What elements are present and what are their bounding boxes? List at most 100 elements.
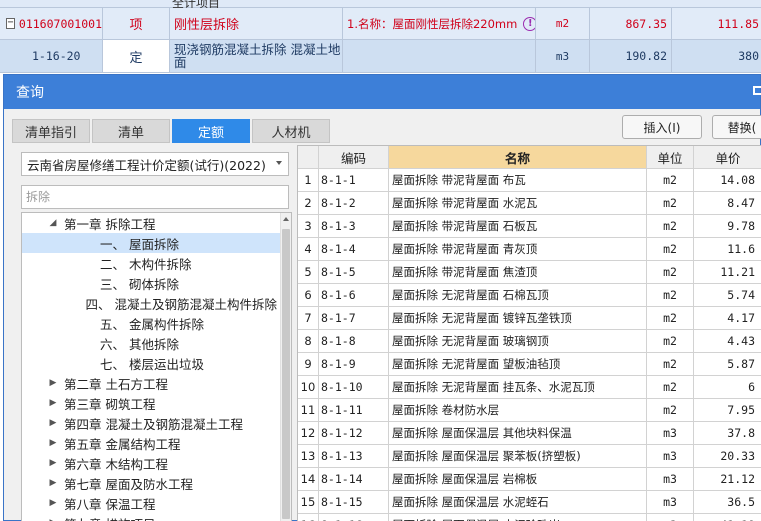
unit-cell[interactable]: m2: [647, 215, 694, 238]
name-cell[interactable]: 屋面拆除 无泥背屋面 望板油毡顶: [389, 353, 647, 376]
sheet-cell-feature[interactable]: 1.名称：屋面刚性层拆除220mm !: [343, 8, 536, 39]
collapsed-triangle-icon[interactable]: ▶: [48, 418, 58, 428]
row-index-cell[interactable]: 3: [298, 215, 319, 238]
sheet-row-list-item[interactable]: − 011607001001 项 刚性层拆除 1.名称：屋面刚性层拆除220mm…: [0, 8, 761, 40]
name-cell[interactable]: 屋面拆除 带泥背屋面 青灰顶: [389, 238, 647, 261]
sheet-cell-feature[interactable]: [343, 40, 536, 72]
code-cell[interactable]: 8-1-9: [319, 353, 389, 376]
price-cell[interactable]: 41.19: [694, 514, 761, 521]
scroll-up-icon[interactable]: [283, 217, 289, 221]
row-index-cell[interactable]: 15: [298, 491, 319, 514]
tree-section-node[interactable]: 一、 屋面拆除: [22, 233, 280, 253]
price-cell[interactable]: 14.08: [694, 169, 761, 192]
price-cell[interactable]: 20.33: [694, 445, 761, 468]
code-cell[interactable]: 8-1-16: [319, 514, 389, 521]
table-row[interactable]: 12 8-1-12 屋面拆除 屋面保温层 其他块料保温 m3 37.8: [298, 422, 761, 445]
dialog-titlebar[interactable]: 查询: [4, 75, 761, 109]
grid-header-code[interactable]: 编码: [319, 146, 389, 169]
unit-cell[interactable]: m2: [647, 169, 694, 192]
row-index-cell[interactable]: 11: [298, 399, 319, 422]
row-index-cell[interactable]: 16: [298, 514, 319, 521]
collapsed-triangle-icon[interactable]: ▶: [48, 438, 58, 448]
code-cell[interactable]: 8-1-10: [319, 376, 389, 399]
unit-cell[interactable]: m3: [647, 422, 694, 445]
table-row[interactable]: 11 8-1-11 屋面拆除 卷材防水层 m2 7.95: [298, 399, 761, 422]
row-index-cell[interactable]: 7: [298, 307, 319, 330]
code-cell[interactable]: 8-1-7: [319, 307, 389, 330]
insert-button[interactable]: 插入(I): [622, 115, 702, 139]
name-cell[interactable]: 屋面拆除 屋面保温层 岩棉板: [389, 468, 647, 491]
tree-chapter-node[interactable]: ▶第九章 措施项目: [22, 513, 277, 521]
code-cell[interactable]: 8-1-1: [319, 169, 389, 192]
tree-scrollbar[interactable]: [280, 213, 291, 521]
code-cell[interactable]: 8-1-6: [319, 284, 389, 307]
code-cell[interactable]: 8-1-15: [319, 491, 389, 514]
row-index-cell[interactable]: 10: [298, 376, 319, 399]
price-cell[interactable]: 37.8: [694, 422, 761, 445]
name-cell[interactable]: 屋面拆除 屋面保温层 聚苯板(挤塑板): [389, 445, 647, 468]
price-cell[interactable]: 9.78: [694, 215, 761, 238]
tree-section-node[interactable]: 四、 混凝土及钢筋混凝土构件拆除: [22, 293, 277, 313]
tree-section-node[interactable]: 二、 木构件拆除: [22, 253, 277, 273]
table-row[interactable]: 3 8-1-3 屋面拆除 带泥背屋面 石板瓦 m2 9.78: [298, 215, 761, 238]
row-index-cell[interactable]: 8: [298, 330, 319, 353]
name-cell[interactable]: 屋面拆除 屋面保温层 水泥蛭石: [389, 491, 647, 514]
unit-cell[interactable]: m2: [647, 399, 694, 422]
name-cell[interactable]: 屋面拆除 带泥背屋面 布瓦: [389, 169, 647, 192]
code-cell[interactable]: 8-1-12: [319, 422, 389, 445]
name-cell[interactable]: 屋面拆除 无泥背屋面 石棉瓦顶: [389, 284, 647, 307]
sheet-cell-type[interactable]: 定: [103, 40, 170, 72]
unit-cell[interactable]: m2: [647, 330, 694, 353]
sheet-cell-quantity[interactable]: 190.82: [590, 40, 672, 72]
name-cell[interactable]: 屋面拆除 卷材防水层: [389, 399, 647, 422]
unit-cell[interactable]: m2: [647, 238, 694, 261]
unit-cell[interactable]: m2: [647, 307, 694, 330]
scrollbar-thumb[interactable]: [282, 229, 290, 519]
collapsed-triangle-icon[interactable]: ▶: [48, 478, 58, 488]
quota-library-select[interactable]: 云南省房屋修缮工程计价定额(试行)(2022): [21, 152, 289, 176]
sheet-cell-unit[interactable]: m3: [536, 40, 590, 72]
table-row[interactable]: 13 8-1-13 屋面拆除 屋面保温层 聚苯板(挤塑板) m3 20.33: [298, 445, 761, 468]
tree-chapter-node[interactable]: ◢ 第一章 拆除工程: [22, 213, 277, 233]
sheet-cell-unit[interactable]: m2: [536, 8, 590, 39]
collapsed-triangle-icon[interactable]: ▶: [48, 498, 58, 508]
price-cell[interactable]: 11.6: [694, 238, 761, 261]
name-cell[interactable]: 屋面拆除 带泥背屋面 水泥瓦: [389, 192, 647, 215]
price-cell[interactable]: 21.12: [694, 468, 761, 491]
collapsed-triangle-icon[interactable]: ▶: [48, 458, 58, 468]
name-cell[interactable]: 屋面拆除 屋面保温层 水泥珍珠岩: [389, 514, 647, 521]
unit-cell[interactable]: m2: [647, 353, 694, 376]
table-row[interactable]: 6 8-1-6 屋面拆除 无泥背屋面 石棉瓦顶 m2 5.74: [298, 284, 761, 307]
tree-section-node[interactable]: 三、 砌体拆除: [22, 273, 277, 293]
row-index-cell[interactable]: 9: [298, 353, 319, 376]
tab-labor-material-machine[interactable]: 人材机: [252, 119, 330, 143]
sheet-cell-name[interactable]: 现浇钢筋混凝土拆除 混凝土地面: [170, 40, 343, 72]
price-cell[interactable]: 6: [694, 376, 761, 399]
grid-header-name[interactable]: 名称: [389, 146, 647, 169]
tree-section-node[interactable]: 五、 金属构件拆除: [22, 313, 277, 333]
code-cell[interactable]: 8-1-11: [319, 399, 389, 422]
price-cell[interactable]: 4.43: [694, 330, 761, 353]
expanded-triangle-icon[interactable]: ◢: [48, 218, 58, 228]
table-row[interactable]: 7 8-1-7 屋面拆除 无泥背屋面 镀锌瓦垄铁顶 m2 4.17: [298, 307, 761, 330]
row-index-cell[interactable]: 5: [298, 261, 319, 284]
tree-section-node[interactable]: 七、 楼层运出垃圾: [22, 353, 277, 373]
code-cell[interactable]: 8-1-8: [319, 330, 389, 353]
tree-chapter-node[interactable]: ▶ 第五章 金属结构工程: [22, 433, 277, 453]
row-index-cell[interactable]: 12: [298, 422, 319, 445]
tree-chapter-node[interactable]: ▶ 第八章 保温工程: [22, 493, 277, 513]
table-row[interactable]: 2 8-1-2 屋面拆除 带泥背屋面 水泥瓦 m2 8.47: [298, 192, 761, 215]
warning-icon[interactable]: !: [523, 16, 535, 31]
sheet-cell-type[interactable]: 项: [103, 8, 170, 39]
tree-chapter-node[interactable]: ▶ 第三章 砌筑工程: [22, 393, 277, 413]
row-index-cell[interactable]: 14: [298, 468, 319, 491]
unit-cell[interactable]: m3: [647, 468, 694, 491]
collapsed-triangle-icon[interactable]: ▶: [48, 378, 58, 388]
table-row[interactable]: 8 8-1-8 屋面拆除 无泥背屋面 玻璃钢顶 m2 4.43: [298, 330, 761, 353]
collapsed-triangle-icon[interactable]: ▶: [48, 398, 58, 408]
row-index-cell[interactable]: 2: [298, 192, 319, 215]
code-cell[interactable]: 8-1-4: [319, 238, 389, 261]
row-index-cell[interactable]: 6: [298, 284, 319, 307]
row-index-cell[interactable]: 13: [298, 445, 319, 468]
name-cell[interactable]: 屋面拆除 带泥背屋面 焦渣顶: [389, 261, 647, 284]
